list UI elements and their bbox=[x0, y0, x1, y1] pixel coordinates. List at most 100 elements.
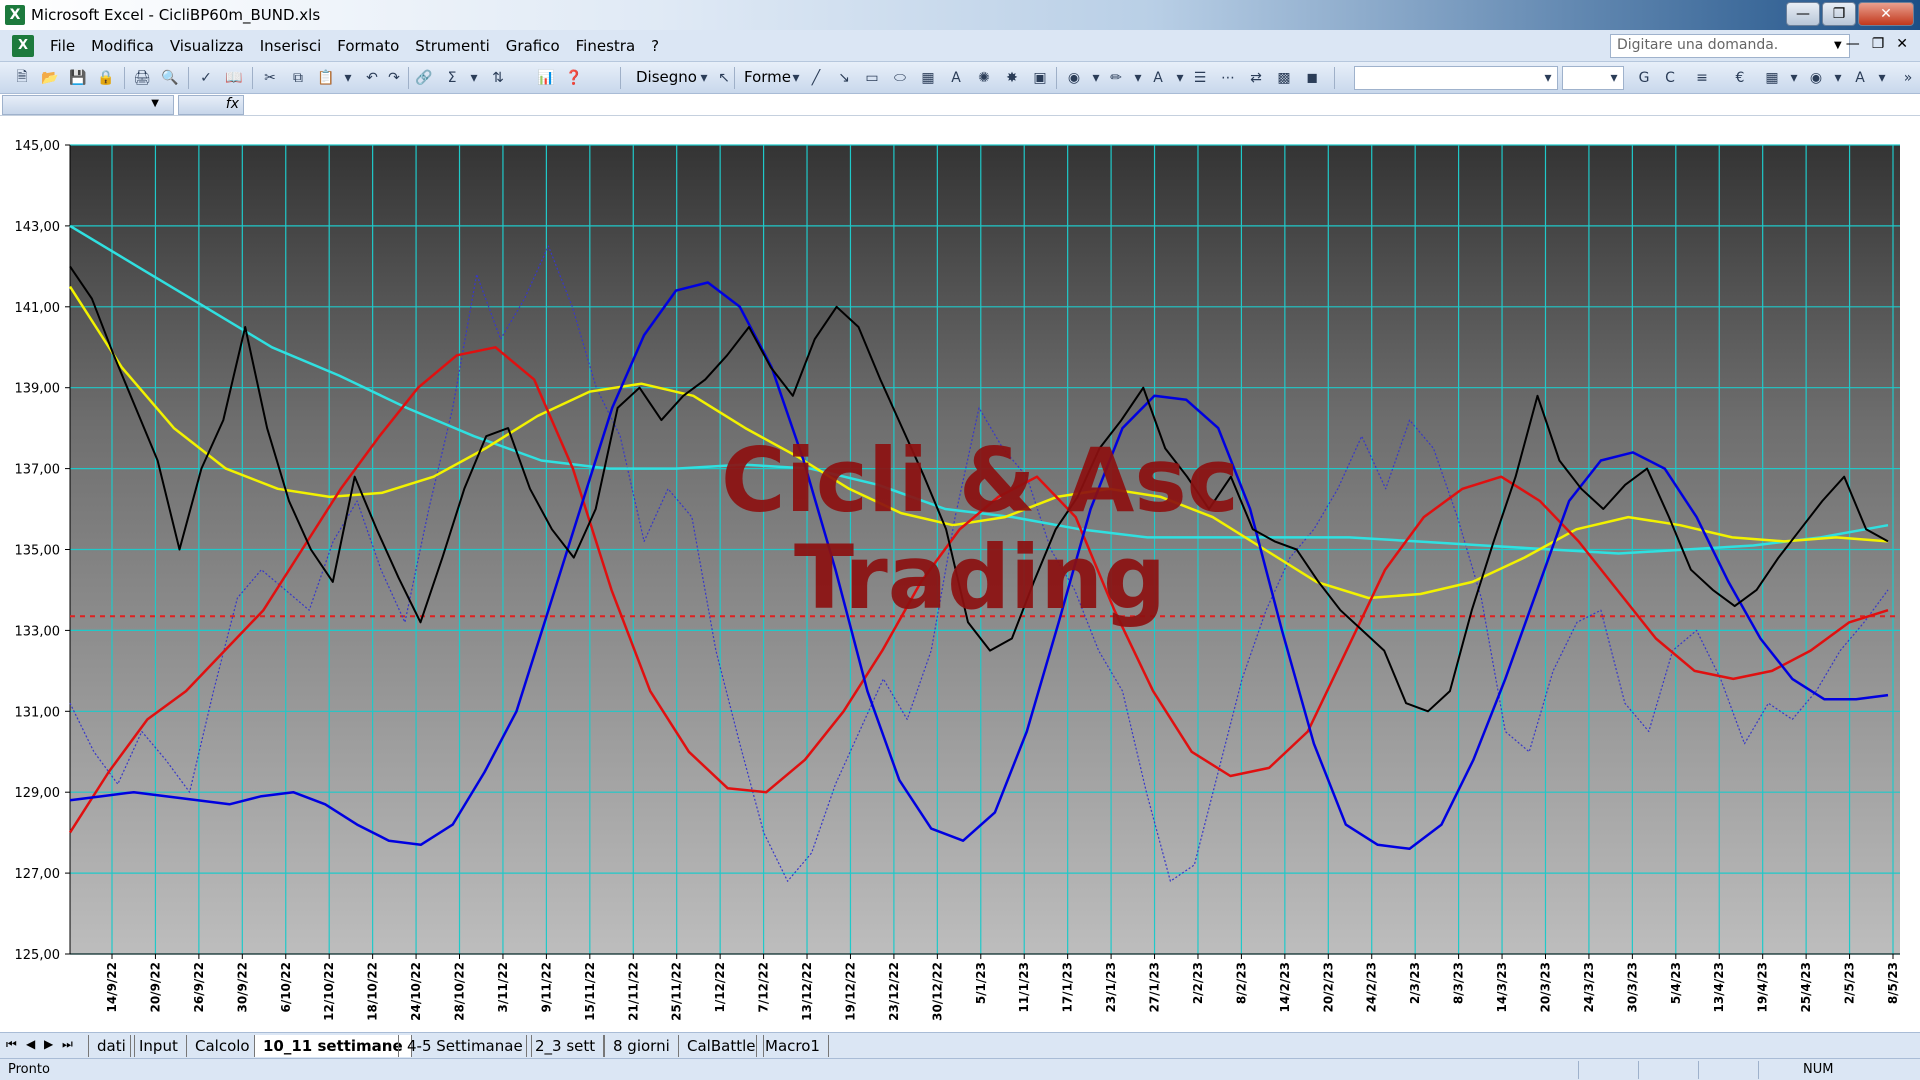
next-sheet-icon[interactable]: ▶ bbox=[44, 1037, 53, 1051]
sheet-tab-4-5-settimanae[interactable]: 4-5 Settimanae bbox=[398, 1035, 532, 1057]
x-tick-label: 20/3/23 bbox=[1538, 962, 1552, 1013]
menu-visualizza[interactable]: Visualizza bbox=[162, 30, 252, 62]
doc-close-icon[interactable]: ✕ bbox=[1896, 36, 1908, 52]
print-preview-icon[interactable]: 🔍 bbox=[160, 68, 180, 88]
3d-icon[interactable]: ◼ bbox=[1302, 68, 1322, 88]
sheet-tab-dati[interactable]: dati bbox=[88, 1035, 135, 1057]
maximize-button[interactable]: ❐ bbox=[1822, 2, 1856, 26]
line-style-icon[interactable]: ☰ bbox=[1190, 68, 1210, 88]
redo-icon[interactable]: ↷ bbox=[384, 68, 404, 88]
spelling-icon[interactable]: ✓ bbox=[196, 68, 216, 88]
fill-color-icon[interactable]: ◉ bbox=[1064, 68, 1084, 88]
arrow-icon[interactable]: ↘ bbox=[834, 68, 854, 88]
new-icon[interactable]: 🗎 bbox=[12, 68, 32, 88]
ask-question-input[interactable]: Digitare una domanda. bbox=[1610, 34, 1850, 58]
autosum-dropdown-icon[interactable]: ▾ bbox=[464, 68, 484, 88]
y-tick-label: 127,00 bbox=[15, 867, 61, 882]
fill-dropdown-icon[interactable]: ▾ bbox=[1086, 68, 1106, 88]
price-cycle-chart[interactable]: 145,00 143,00 141,00 139,00 137,00 135,00 133,… bbox=[0, 116, 1920, 1032]
copy-icon[interactable]: ⧉ bbox=[288, 68, 308, 88]
first-sheet-icon[interactable]: ⏮ bbox=[6, 1037, 17, 1052]
font-color-2-icon[interactable]: A bbox=[1850, 68, 1870, 88]
research-icon[interactable]: 📖 bbox=[224, 68, 244, 88]
select-objects-icon[interactable]: ↖ bbox=[714, 68, 734, 88]
fill-color-2-dropdown-icon[interactable]: ▾ bbox=[1828, 68, 1848, 88]
line-icon[interactable]: ╱ bbox=[806, 68, 826, 88]
rectangle-icon[interactable]: ▭ bbox=[862, 68, 882, 88]
dash-style-icon[interactable]: ⋯ bbox=[1218, 68, 1238, 88]
borders-dropdown-icon[interactable]: ▾ bbox=[1784, 68, 1804, 88]
x-tick-label: 28/10/22 bbox=[453, 962, 467, 1021]
status-text: Pronto bbox=[8, 1062, 50, 1077]
font-color-2-dropdown-icon[interactable]: ▾ bbox=[1872, 68, 1892, 88]
shapes-menu-button[interactable]: Forme bbox=[744, 68, 791, 86]
draw-dropdown-icon[interactable]: ▾ bbox=[694, 68, 714, 88]
menu-inserisci[interactable]: Inserisci bbox=[252, 30, 330, 62]
sort-icon[interactable]: ⇅ bbox=[488, 68, 508, 88]
save-icon[interactable]: 💾 bbox=[68, 68, 88, 88]
borders-icon[interactable]: ▦ bbox=[1762, 68, 1782, 88]
italic-icon[interactable]: C bbox=[1660, 68, 1680, 88]
sheet-tab-8-giorni[interactable]: 8 giorni bbox=[604, 1035, 679, 1057]
name-box-dropdown-icon[interactable]: ▼ bbox=[151, 98, 159, 109]
fill-color-2-icon[interactable]: ◉ bbox=[1806, 68, 1826, 88]
close-button[interactable]: ✕ bbox=[1858, 2, 1914, 26]
font-color-icon[interactable]: A bbox=[1148, 68, 1168, 88]
sheet-tab-2-3-sett[interactable]: 2_3 sett bbox=[526, 1035, 605, 1057]
cut-icon[interactable]: ✂ bbox=[260, 68, 280, 88]
undo-icon[interactable]: ↶ bbox=[362, 68, 382, 88]
sheet-tab-10-11-settimane[interactable]: 10_11 settimane bbox=[254, 1035, 412, 1057]
ask-dropdown-icon[interactable]: ▼ bbox=[1834, 40, 1842, 51]
x-tick-label: 7/12/22 bbox=[757, 962, 771, 1013]
doc-minimize-icon[interactable]: — bbox=[1846, 36, 1860, 52]
menu-finestra[interactable]: Finestra bbox=[568, 30, 644, 62]
autosum-icon[interactable]: Σ bbox=[442, 68, 462, 88]
help-icon[interactable]: ❓ bbox=[564, 68, 584, 88]
sheet-tab-input[interactable]: Input bbox=[130, 1035, 187, 1057]
prev-sheet-icon[interactable]: ◀ bbox=[26, 1037, 35, 1051]
sheet-tab-calbattle[interactable]: CalBattle bbox=[678, 1035, 765, 1057]
shadow-icon[interactable]: ▩ bbox=[1274, 68, 1294, 88]
shapes-dropdown-icon[interactable]: ▾ bbox=[786, 68, 806, 88]
draw-menu-button[interactable]: Disegno bbox=[636, 68, 697, 86]
oval-icon[interactable]: ⬭ bbox=[890, 68, 910, 88]
paste-icon[interactable]: 📋 bbox=[316, 68, 336, 88]
font-name-combo[interactable] bbox=[1354, 66, 1558, 90]
picture-icon[interactable]: ▣ bbox=[1030, 68, 1050, 88]
name-box[interactable]: ▼ bbox=[2, 95, 174, 115]
line-color-icon[interactable]: ✏ bbox=[1106, 68, 1126, 88]
bold-icon[interactable]: G bbox=[1634, 68, 1654, 88]
align-icon[interactable]: ≡ bbox=[1692, 68, 1712, 88]
font-name-dropdown-icon[interactable]: ▾ bbox=[1538, 68, 1558, 88]
toolbar-options-icon[interactable]: » bbox=[1898, 68, 1918, 88]
menu-strumenti[interactable]: Strumenti bbox=[407, 30, 497, 62]
open-icon[interactable]: 📂 bbox=[40, 68, 60, 88]
menu-help[interactable]: ? bbox=[643, 30, 667, 62]
wordart-icon[interactable]: A bbox=[946, 68, 966, 88]
minimize-button[interactable]: — bbox=[1786, 2, 1820, 26]
clipart-icon[interactable]: ✸ bbox=[1002, 68, 1022, 88]
hyperlink-icon[interactable]: 🔗 bbox=[414, 68, 434, 88]
chart-wizard-icon[interactable]: 📊 bbox=[536, 68, 556, 88]
line-color-dropdown-icon[interactable]: ▾ bbox=[1128, 68, 1148, 88]
print-icon[interactable]: 🖨 bbox=[132, 68, 152, 88]
sheet-tab-macro1[interactable]: Macro1 bbox=[756, 1035, 829, 1057]
menu-grafico[interactable]: Grafico bbox=[498, 30, 568, 62]
diagram-icon[interactable]: ✺ bbox=[974, 68, 994, 88]
font-color-dropdown-icon[interactable]: ▾ bbox=[1170, 68, 1190, 88]
last-sheet-icon[interactable]: ⏭ bbox=[62, 1037, 73, 1052]
permission-icon[interactable]: 🔒 bbox=[96, 68, 116, 88]
menu-modifica[interactable]: Modifica bbox=[83, 30, 162, 62]
euro-icon[interactable]: € bbox=[1730, 68, 1750, 88]
arrow-style-icon[interactable]: ⇄ bbox=[1246, 68, 1266, 88]
fx-button[interactable]: fx bbox=[178, 95, 244, 115]
paste-dropdown-icon[interactable]: ▾ bbox=[338, 68, 358, 88]
menu-formato[interactable]: Formato bbox=[329, 30, 407, 62]
menu-file[interactable]: File bbox=[42, 30, 83, 62]
doc-restore-icon[interactable]: ❐ bbox=[1872, 36, 1885, 52]
textbox-icon[interactable]: ▦ bbox=[918, 68, 938, 88]
sheet-tab-calcolo[interactable]: Calcolo bbox=[186, 1035, 259, 1057]
x-tick-label: 8/5/23 bbox=[1886, 962, 1900, 1004]
font-size-dropdown-icon[interactable]: ▾ bbox=[1604, 68, 1624, 88]
workbook-icon[interactable]: X bbox=[12, 34, 34, 57]
